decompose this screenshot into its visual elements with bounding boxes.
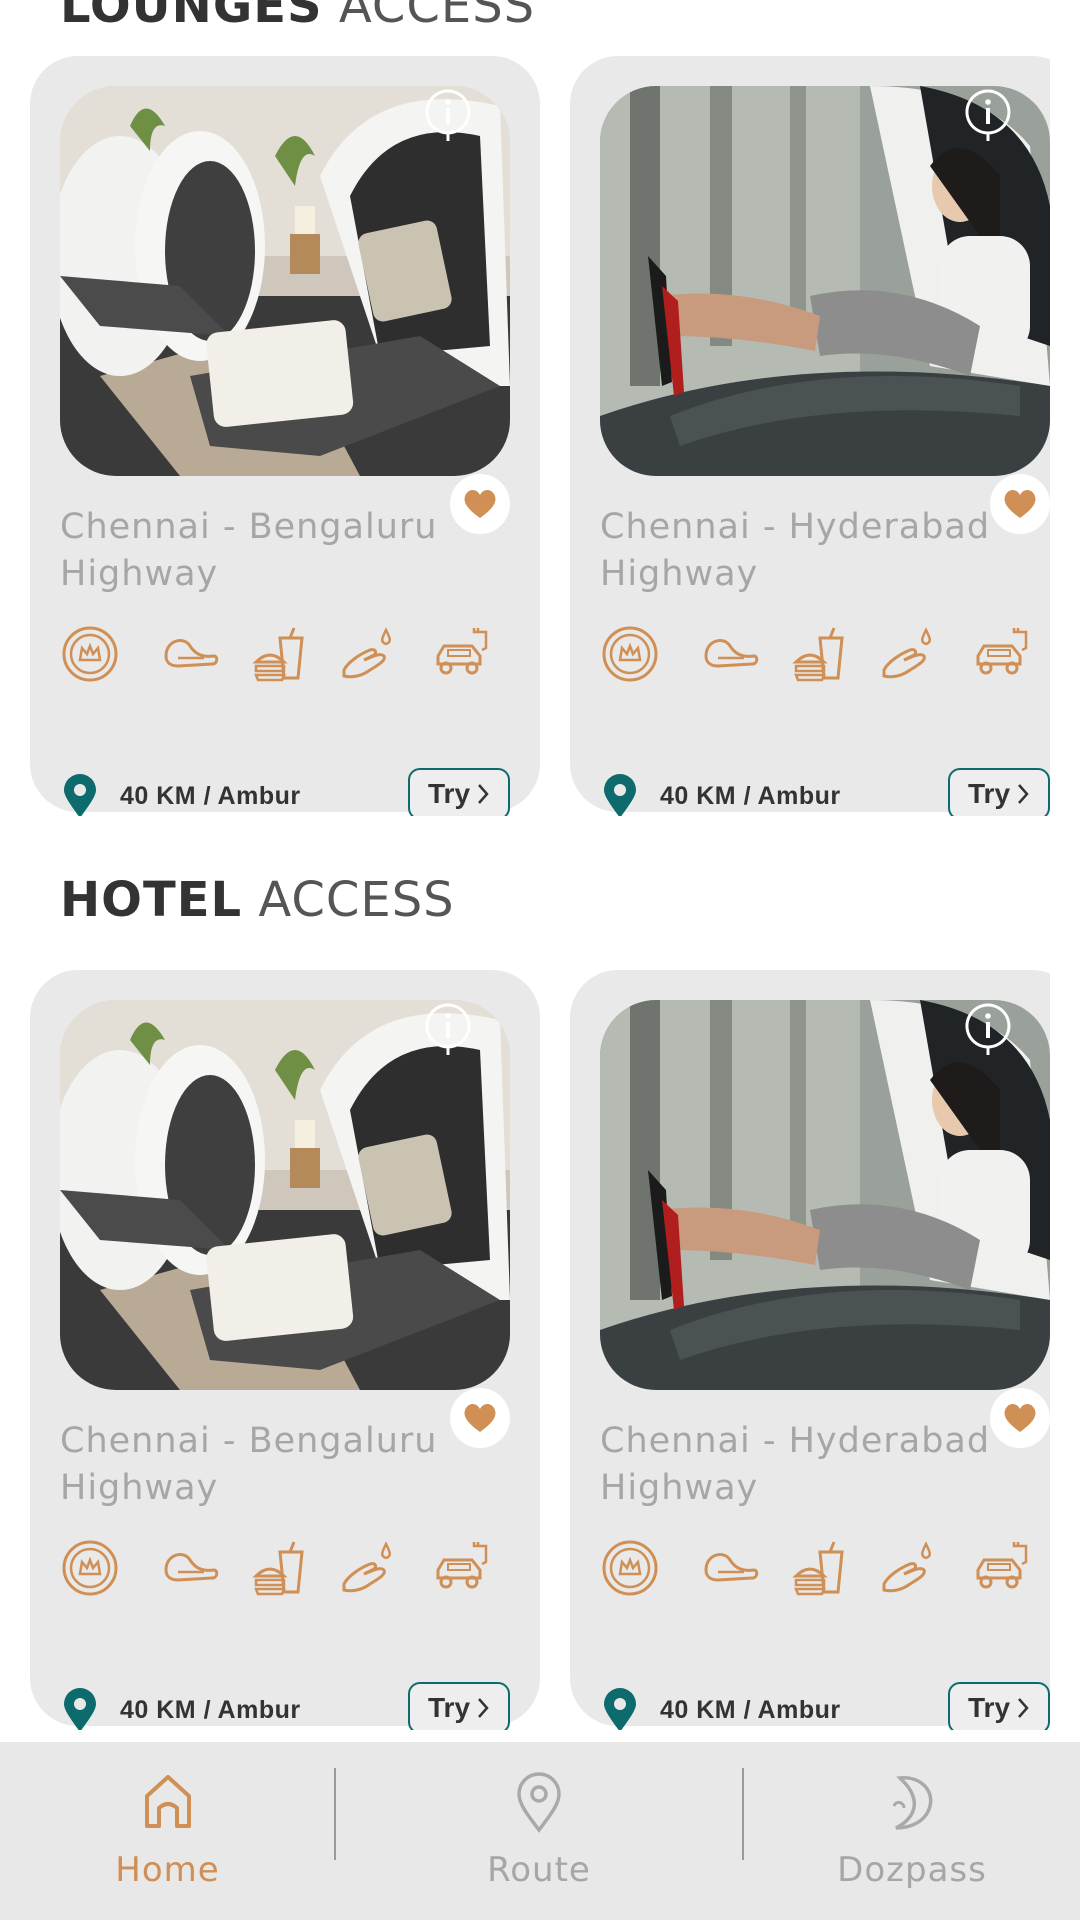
card-title-line1: Chennai - Hyderabad bbox=[600, 507, 991, 547]
lounge-card[interactable]: Chennai - Bengaluru Highway 40 KM / Ambu… bbox=[30, 56, 540, 816]
card-title-line1: Chennai - Hyderabad bbox=[600, 1421, 991, 1461]
lounge-photo-woman-resting[interactable] bbox=[600, 86, 1050, 476]
info-icon[interactable] bbox=[423, 88, 473, 144]
nav-label-dozpass: Dozpass bbox=[837, 1850, 987, 1890]
distance-text: 40 KM / Ambur bbox=[120, 782, 301, 810]
sleep-pod-icon bbox=[164, 639, 219, 668]
crown-badge-icon bbox=[62, 1540, 118, 1596]
hotel-card[interactable]: Chennai - Hyderabad Highway 40 KM / Ambu… bbox=[570, 970, 1050, 1730]
sleep-pod-icon bbox=[704, 1553, 759, 1582]
amenities-row bbox=[600, 1538, 1050, 1608]
section-title-bold: HOTEL bbox=[60, 872, 243, 928]
bottom-navigation: Home Route Dozpass bbox=[0, 1742, 1080, 1920]
card-title-line1: Chennai - Bengaluru bbox=[60, 1421, 438, 1461]
crown-badge-icon bbox=[602, 626, 658, 682]
chevron-right-icon bbox=[1018, 784, 1029, 804]
distance-text: 40 KM / Ambur bbox=[660, 1696, 841, 1724]
try-button-label: Try bbox=[427, 1692, 471, 1723]
food-drink-icon bbox=[792, 627, 844, 682]
lounge-photo-sleep-pods[interactable] bbox=[60, 86, 510, 476]
info-icon[interactable] bbox=[963, 1002, 1013, 1058]
card-title: Chennai - Hyderabad Highway bbox=[600, 504, 1050, 598]
distance-text: 40 KM / Ambur bbox=[660, 782, 841, 810]
section-title-light: ACCESS bbox=[338, 0, 536, 34]
location-pin-icon bbox=[517, 1772, 561, 1833]
card-title: Chennai - Hyderabad Highway bbox=[600, 1418, 1050, 1512]
amenities-row bbox=[60, 624, 530, 694]
location-pin-icon bbox=[604, 774, 636, 816]
crown-badge-icon bbox=[602, 1540, 658, 1596]
ev-charging-car-icon bbox=[436, 628, 488, 675]
hand-wash-icon bbox=[882, 627, 931, 679]
card-title: Chennai - Bengaluru Highway bbox=[60, 1418, 520, 1512]
hotel-card-row[interactable]: Chennai - Bengaluru Highway 40 KM / Ambu… bbox=[0, 970, 1080, 1730]
hotel-photo-woman-resting[interactable] bbox=[600, 1000, 1050, 1390]
hotel-card[interactable]: Chennai - Bengaluru Highway 40 KM / Ambu… bbox=[30, 970, 540, 1730]
card-title-line2: Highway bbox=[60, 554, 219, 594]
sleep-pod-icon bbox=[164, 1553, 219, 1582]
try-button-label: Try bbox=[427, 778, 471, 809]
section-title-light: ACCESS bbox=[258, 872, 455, 928]
hand-wash-icon bbox=[342, 627, 391, 679]
ev-charging-car-icon bbox=[436, 1542, 488, 1589]
ev-charging-car-icon bbox=[976, 1542, 1028, 1589]
nav-item-route[interactable]: Route bbox=[335, 1742, 743, 1920]
try-button[interactable]: Try bbox=[408, 768, 510, 816]
try-button-label: Try bbox=[967, 1692, 1011, 1723]
location-pin-icon bbox=[64, 1688, 96, 1730]
section-title-lounges: LOUNGES ACCESS bbox=[60, 0, 535, 34]
nav-item-home[interactable]: Home bbox=[0, 1742, 335, 1920]
chevron-right-icon bbox=[478, 1698, 489, 1718]
chevron-right-icon bbox=[1018, 1698, 1029, 1718]
amenities-row bbox=[600, 624, 1050, 694]
info-icon[interactable] bbox=[423, 1002, 473, 1058]
card-title: Chennai - Bengaluru Highway bbox=[60, 504, 520, 598]
card-title-line2: Highway bbox=[600, 1468, 759, 1508]
sleep-pod-icon bbox=[704, 639, 759, 668]
nav-item-dozpass[interactable]: Dozpass bbox=[744, 1742, 1080, 1920]
location-pin-icon bbox=[64, 774, 96, 816]
food-drink-icon bbox=[252, 1541, 304, 1596]
try-button[interactable]: Try bbox=[948, 768, 1050, 816]
try-button[interactable]: Try bbox=[408, 1682, 510, 1730]
card-title-line2: Highway bbox=[60, 1468, 219, 1508]
food-drink-icon bbox=[792, 1541, 844, 1596]
nav-label-home: Home bbox=[115, 1850, 220, 1890]
hand-wash-icon bbox=[882, 1541, 931, 1593]
info-icon[interactable] bbox=[963, 88, 1013, 144]
food-drink-icon bbox=[252, 627, 304, 682]
amenities-row bbox=[60, 1538, 530, 1608]
home-icon bbox=[144, 1775, 191, 1828]
try-button-label: Try bbox=[967, 778, 1011, 809]
dozpass-icon bbox=[892, 1776, 933, 1830]
card-title-line1: Chennai - Bengaluru bbox=[60, 507, 438, 547]
chevron-right-icon bbox=[478, 784, 489, 804]
ev-charging-car-icon bbox=[976, 628, 1028, 675]
try-button[interactable]: Try bbox=[948, 1682, 1050, 1730]
section-title-hotel: HOTEL ACCESS bbox=[60, 872, 455, 928]
section-title-bold: LOUNGES bbox=[60, 0, 323, 34]
card-title-line2: Highway bbox=[600, 554, 759, 594]
hand-wash-icon bbox=[342, 1541, 391, 1593]
lounge-card[interactable]: Chennai - Hyderabad Highway 40 KM / Ambu… bbox=[570, 56, 1050, 816]
distance-text: 40 KM / Ambur bbox=[120, 1696, 301, 1724]
hotel-photo-sleep-pods[interactable] bbox=[60, 1000, 510, 1390]
crown-badge-icon bbox=[62, 626, 118, 682]
nav-label-route: Route bbox=[487, 1850, 591, 1890]
lounges-card-row[interactable]: Chennai - Bengaluru Highway 40 KM / Ambu… bbox=[0, 56, 1080, 816]
location-pin-icon bbox=[604, 1688, 636, 1730]
